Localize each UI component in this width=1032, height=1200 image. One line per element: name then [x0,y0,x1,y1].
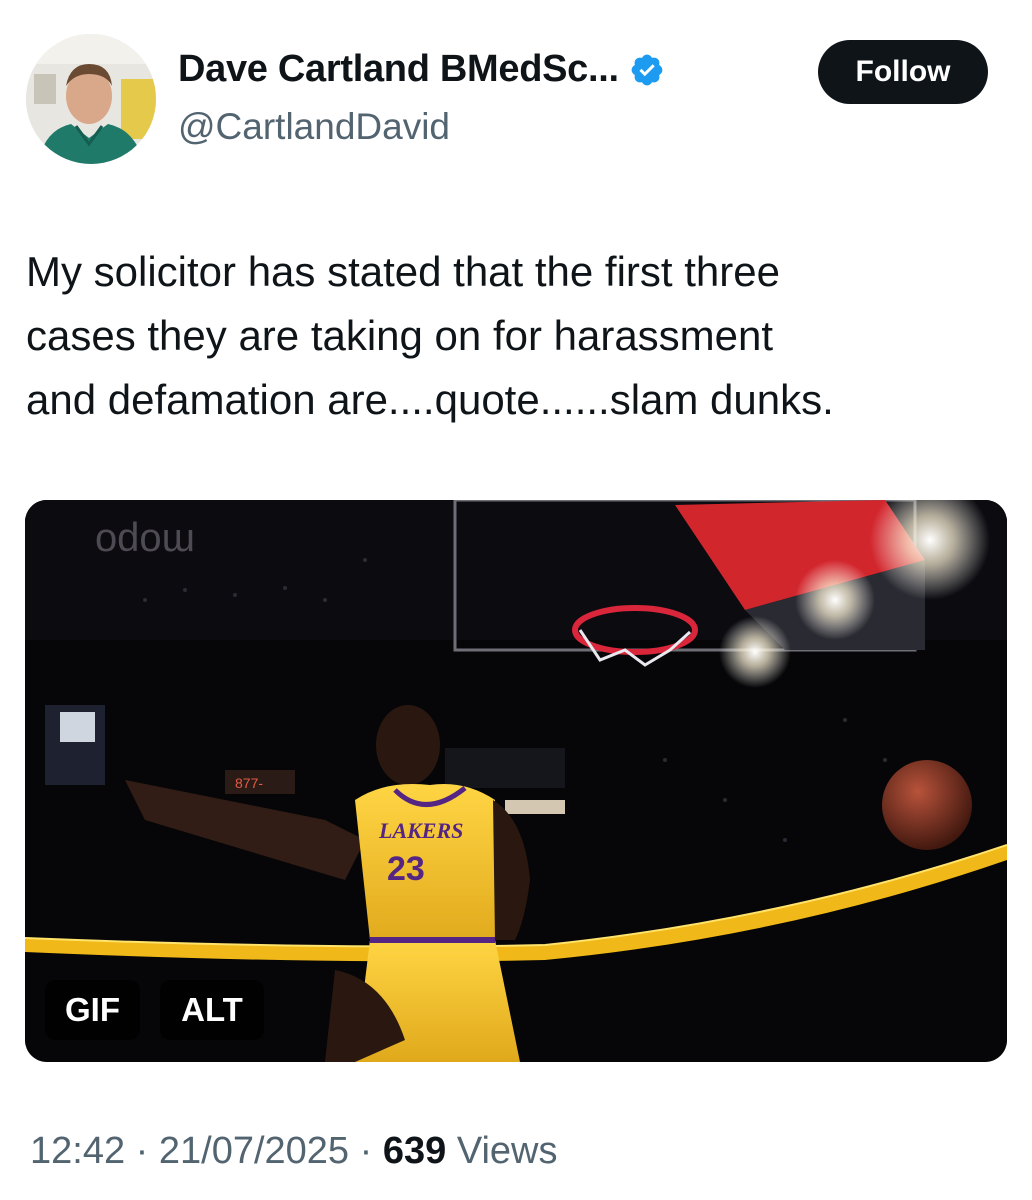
author-handle[interactable]: @CartlandDavid [178,106,450,148]
views-label: Views [456,1130,558,1172]
tweet-media-gif[interactable]: mopo 877- LAKERS 23 [25,500,1007,1062]
author-name-row: Dave Cartland BMedSc... [178,48,665,91]
meta-separator: · [359,1130,373,1172]
gif-badge: GIF [45,980,140,1040]
jersey-number-text: 23 [387,850,425,888]
follow-button[interactable]: Follow [818,40,988,104]
svg-text:mopo: mopo [95,521,195,565]
svg-text:877-: 877- [235,775,263,791]
tweet-text: My solicitor has stated that the first t… [26,248,834,423]
verified-badge-icon [629,52,665,88]
alt-text-button[interactable]: ALT [160,980,264,1040]
jersey-team-text: LAKERS [378,818,463,843]
avatar[interactable] [26,34,156,164]
tweet-meta: 12:42 · 21/07/2025 · 639 Views [30,1130,558,1173]
meta-separator: · [135,1130,149,1172]
gif-frame-illustration: mopo 877- LAKERS 23 [25,500,1007,1062]
views-count[interactable]: 639 [383,1130,446,1172]
avatar-photo [26,34,156,164]
tweet-date[interactable]: 21/07/2025 [159,1130,349,1172]
tweet-card: Dave Cartland BMedSc... @CartlandDavid F… [0,0,1032,1200]
tweet-time[interactable]: 12:42 [30,1130,125,1172]
author-display-name[interactable]: Dave Cartland BMedSc... [178,48,619,91]
